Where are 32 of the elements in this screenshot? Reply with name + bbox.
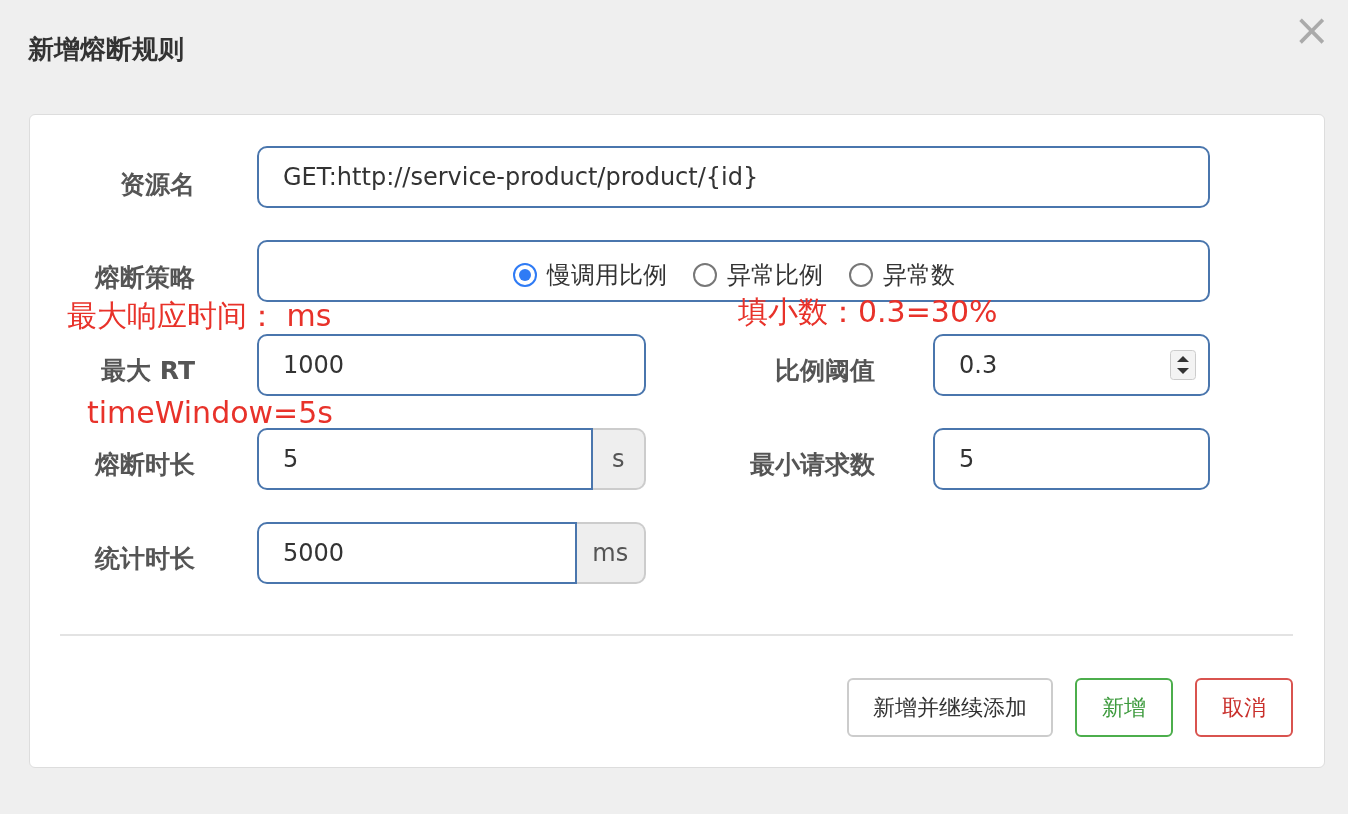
field-label: 熔断时长 [93, 448, 196, 481]
unit-addon: ms [576, 522, 646, 584]
radio-icon[interactable] [512, 263, 537, 287]
field-label: 最小请求数 [749, 448, 876, 481]
field-label: 比例阈值 [774, 354, 876, 387]
unit-addon: s [592, 428, 646, 490]
radio-option[interactable]: 异常比例 [692, 259, 823, 291]
annotation-text: timeWindow=5s [87, 395, 333, 430]
dialog-title: 新增熔断规则 [28, 33, 184, 66]
radio-icon[interactable] [692, 263, 717, 287]
input-field[interactable]: 5000 [257, 522, 577, 584]
radio-option[interactable]: 慢调用比例 [512, 259, 667, 291]
radio-label: 慢调用比例 [546, 260, 667, 291]
radio-option[interactable]: 异常数 [848, 259, 955, 291]
field-label: 统计时长 [93, 542, 196, 575]
action-button[interactable]: 新增并继续添加 [847, 678, 1053, 737]
radio-label: 异常比例 [726, 260, 823, 291]
field-label: 熔断策略 [93, 261, 196, 294]
input-field[interactable]: 1000 [257, 334, 646, 396]
action-button[interactable]: 新增 [1075, 678, 1173, 737]
input-field[interactable]: GET:http://service-product/product/{id} [257, 146, 1210, 208]
radio-label: 异常数 [882, 260, 955, 291]
action-button[interactable]: 取消 [1195, 678, 1293, 737]
annotation-text: 填小数：0.3=30% [738, 293, 998, 331]
number-field[interactable]: 0.3 [933, 334, 1210, 396]
annotation-text: 最大响应时间： ms [67, 297, 332, 335]
input-field[interactable]: 5 [257, 428, 593, 490]
field-label: 最大 RT [100, 354, 196, 387]
input-field[interactable]: 5 [933, 428, 1210, 490]
field-label: 资源名 [119, 168, 196, 201]
spinner-icon[interactable] [1170, 350, 1196, 380]
radio-icon[interactable] [848, 263, 873, 287]
